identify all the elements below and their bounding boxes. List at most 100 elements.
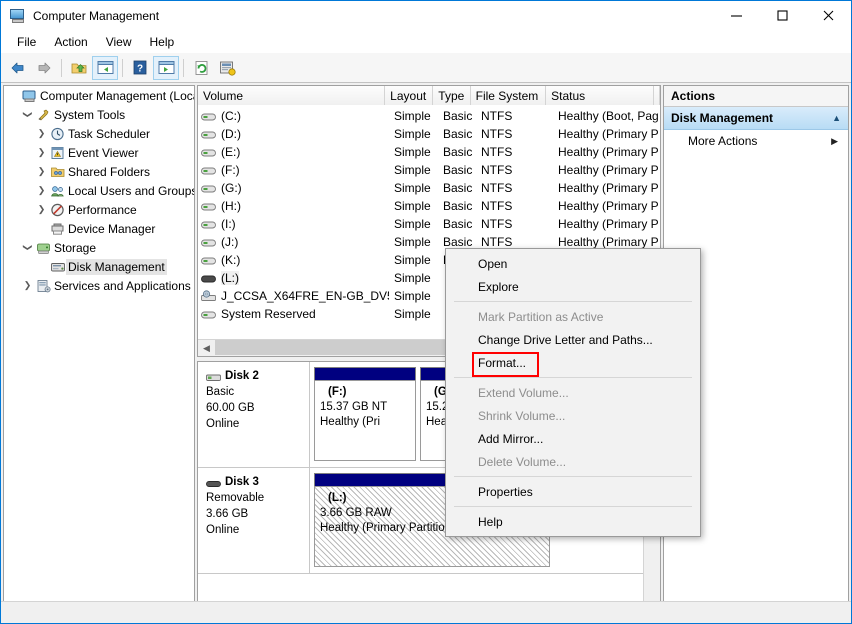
tree-item-label: System Tools	[52, 107, 127, 123]
volume-cell-type: Basic	[438, 143, 476, 161]
drive-icon	[201, 200, 217, 212]
drive-icon	[201, 236, 217, 248]
context-menu-item-mark-partition-as-active: Mark Partition as Active	[446, 305, 700, 328]
volume-column-header-volume[interactable]: Volume	[198, 86, 385, 105]
chevron-right-icon[interactable]: ❯	[34, 147, 49, 158]
volume-row[interactable]: (I:)SimpleBasicNTFSHealthy (Primary P	[198, 215, 660, 233]
volume-cell-name: (C:)	[198, 107, 389, 125]
volume-scroll-left-icon[interactable]: ◀	[198, 340, 215, 356]
context-menu-item-explore[interactable]: Explore	[446, 275, 700, 298]
fixed-disk-icon	[206, 371, 222, 382]
volume-cell-type: Basic	[438, 197, 476, 215]
chevron-right-icon[interactable]: ❯	[20, 280, 35, 291]
partition[interactable]: (F:)15.37 GB NTHealthy (Pri	[314, 367, 416, 461]
tree-item-event-viewer[interactable]: ❯ Event Viewer	[4, 143, 194, 162]
tools-icon	[35, 108, 52, 122]
volume-row[interactable]: (F:)SimpleBasicNTFSHealthy (Primary P	[198, 161, 660, 179]
context-menu-item-help[interactable]: Help	[446, 510, 700, 533]
up-folder-icon[interactable]	[66, 56, 92, 80]
menu-file[interactable]: File	[8, 33, 45, 51]
volume-row[interactable]: (C:)SimpleBasicNTFSHealthy (Boot, Pag	[198, 107, 660, 125]
removable-drive-icon	[201, 272, 217, 284]
chevron-right-icon[interactable]: ❯	[34, 204, 49, 215]
volume-cell-name: J_CCSA_X64FRE_EN-GB_DV5 (Z:)	[198, 287, 389, 305]
volume-cell-layout: Simple	[389, 125, 438, 143]
volume-name-label: (H:)	[221, 199, 241, 213]
removable-disk-icon	[206, 477, 222, 488]
volume-cell-status: Healthy (Primary P	[553, 179, 661, 197]
disk-title: Disk 2	[206, 368, 309, 384]
context-menu-item-open[interactable]: Open	[446, 252, 700, 275]
show-hide-console-tree-icon[interactable]	[92, 56, 118, 80]
chevron-down-icon[interactable]: ❯	[22, 107, 33, 122]
volume-row[interactable]: (H:)SimpleBasicNTFSHealthy (Primary P	[198, 197, 660, 215]
tree-item-label: Event Viewer	[66, 145, 140, 161]
volume-name-label: (F:)	[221, 163, 240, 177]
tree-item-computer-management-local[interactable]: Computer Management (Local	[4, 86, 194, 105]
actions-group-label: Disk Management	[671, 111, 832, 125]
volume-column-header-file-system[interactable]: File System	[471, 86, 547, 105]
toolbar: ?	[1, 53, 851, 83]
actions-group-disk-management[interactable]: Disk Management ▲	[664, 107, 848, 130]
context-menu-item-label: Help	[478, 515, 503, 529]
volume-column-header-status[interactable]: Status	[546, 86, 654, 105]
rescan-disks-icon[interactable]	[214, 56, 240, 80]
menu-help[interactable]: Help	[141, 33, 184, 51]
volume-cell-status: Healthy (Boot, Pag	[553, 107, 661, 125]
menu-action[interactable]: Action	[45, 33, 96, 51]
volume-name-label: (G:)	[221, 181, 242, 195]
tree-item-services-and-applications[interactable]: ❯Services and Applications	[4, 276, 194, 295]
chevron-right-icon[interactable]: ❯	[34, 166, 49, 177]
volume-cell-layout: Simple	[389, 161, 438, 179]
volume-row[interactable]: (D:)SimpleBasicNTFSHealthy (Primary P	[198, 125, 660, 143]
context-menu-item-label: Extend Volume...	[478, 386, 569, 400]
action-item-more-actions[interactable]: More Actions▶	[664, 130, 848, 152]
partition-color-bar	[314, 367, 416, 380]
tree-item-label: Performance	[66, 202, 139, 218]
context-menu-item-properties[interactable]: Properties	[446, 480, 700, 503]
context-menu-item-label: Format...	[478, 356, 526, 370]
disk-title: Disk 3	[206, 474, 309, 490]
tree-item-device-manager[interactable]: Device Manager	[4, 219, 194, 238]
tree-item-performance[interactable]: ❯ Performance	[4, 200, 194, 219]
back-icon[interactable]	[5, 56, 31, 80]
tree-item-disk-management[interactable]: Disk Management	[4, 257, 194, 276]
volume-cell-layout: Simple	[389, 107, 438, 125]
volume-cell-layout: Simple	[389, 143, 438, 161]
disk-info[interactable]: Disk 3Removable3.66 GBOnline	[198, 468, 310, 573]
chevron-right-icon[interactable]: ❯	[34, 185, 49, 196]
maximize-button[interactable]	[759, 1, 805, 30]
disk-info[interactable]: Disk 2Basic60.00 GBOnline	[198, 362, 310, 467]
context-menu-item-add-mirror[interactable]: Add Mirror...	[446, 427, 700, 450]
clock-icon	[49, 127, 66, 141]
tree-item-local-users-and-groups[interactable]: ❯Local Users and Groups	[4, 181, 194, 200]
chevron-up-icon[interactable]: ▲	[832, 113, 841, 123]
tree-item-task-scheduler[interactable]: ❯Task Scheduler	[4, 124, 194, 143]
forward-icon[interactable]	[31, 56, 57, 80]
context-menu-item-shrink-volume: Shrink Volume...	[446, 404, 700, 427]
chevron-right-icon[interactable]: ▶	[831, 136, 838, 147]
chevron-down-icon[interactable]: ❯	[22, 240, 33, 255]
partition-body[interactable]: (F:)15.37 GB NTHealthy (Pri	[314, 380, 416, 461]
refresh-icon[interactable]	[188, 56, 214, 80]
show-hide-action-pane-icon[interactable]	[153, 56, 179, 80]
minimize-button[interactable]	[713, 1, 759, 30]
volume-row[interactable]: (E:)SimpleBasicNTFSHealthy (Primary P	[198, 143, 660, 161]
volume-cell-file-system: NTFS	[476, 107, 553, 125]
close-button[interactable]	[805, 1, 851, 30]
volume-column-header-type[interactable]: Type	[433, 86, 470, 105]
context-menu-separator	[454, 476, 692, 477]
help-icon[interactable]: ?	[127, 56, 153, 80]
context-menu-item-change-drive-letter-and-paths[interactable]: Change Drive Letter and Paths...	[446, 328, 700, 351]
tree-item-storage[interactable]: ❯Storage	[4, 238, 194, 257]
volume-row[interactable]: (G:)SimpleBasicNTFSHealthy (Primary P	[198, 179, 660, 197]
tree-item-shared-folders[interactable]: ❯Shared Folders	[4, 162, 194, 181]
volume-name-label: (D:)	[221, 127, 241, 141]
chevron-right-icon[interactable]: ❯	[34, 128, 49, 139]
context-menu-item-format[interactable]: Format...	[446, 351, 700, 374]
performance-icon	[49, 203, 66, 217]
menu-view[interactable]: View	[97, 33, 141, 51]
volume-column-header-layout[interactable]: Layout	[385, 86, 433, 105]
tree-item-system-tools[interactable]: ❯ System Tools	[4, 105, 194, 124]
volume-cell-type: Basic	[438, 179, 476, 197]
